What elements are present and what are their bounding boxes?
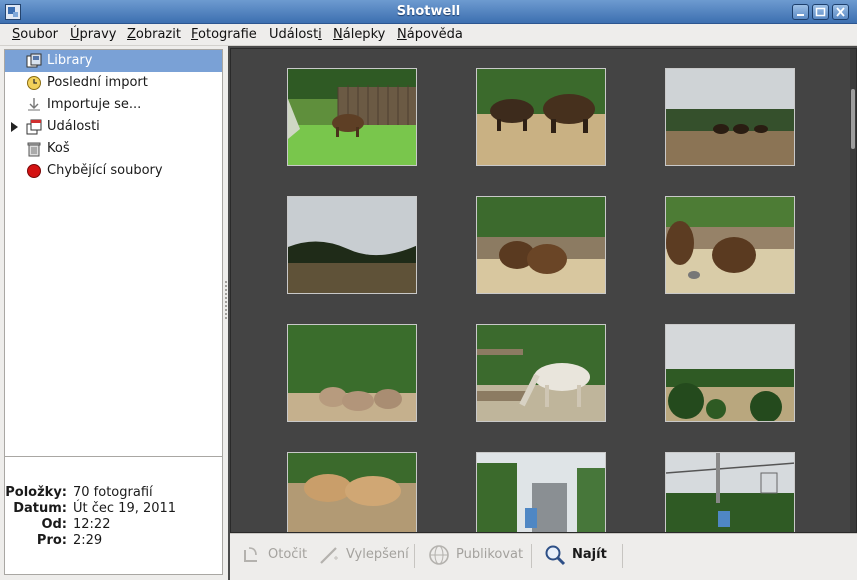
sidebar-item-label: Poslední import [47,75,148,90]
info-row-date: Datum: Út čec 19, 2011 [5,501,222,517]
clock-icon [27,76,41,90]
globe-icon [429,545,449,565]
rotate-label: Otočit [268,547,308,562]
info-key: Pro: [36,533,67,548]
info-value: 12:22 [73,517,111,532]
sidebar-item-events[interactable]: Události [5,116,222,138]
sidebar-resize-handle[interactable] [224,280,228,320]
minimize-icon [797,14,804,16]
menu-nalepky[interactable]: Nálepky [333,27,385,42]
photo-thumbnail[interactable] [476,196,606,294]
close-button[interactable] [832,4,849,20]
photo-thumbnail[interactable] [476,68,606,166]
maximize-button[interactable] [812,4,829,20]
sidebar-item-last-import[interactable]: Poslední import [5,72,222,94]
info-value: 2:29 [73,533,103,548]
sidebar-item-trash[interactable]: Koš [5,138,222,160]
scrollbar-thumb[interactable] [851,89,855,149]
search-icon [545,545,566,566]
window-title: Shotwell [396,4,461,19]
magic-wand-icon [320,547,338,564]
photo-thumbnail[interactable] [287,196,417,294]
menu-soubor[interactable]: Soubor [12,27,58,42]
menu-zobrazit[interactable]: Zobrazit [127,27,181,42]
toolbar-separator [531,544,532,568]
menu-udalosti[interactable]: Události [269,27,322,42]
vertical-scrollbar[interactable] [850,49,856,532]
info-row-items: Položky: 70 fotografií [5,485,222,501]
library-icon [26,53,42,68]
sidebar-item-library[interactable]: Library [5,50,222,72]
trash-icon [27,142,41,157]
missing-files-icon [27,164,41,178]
sidebar-item-label: Library [47,53,93,68]
photo-thumbnail[interactable] [665,452,795,532]
photo-thumbnail[interactable] [287,452,417,532]
photo-thumbnail[interactable] [287,68,417,166]
photo-grid[interactable] [230,48,857,533]
title-bar: Shotwell [0,0,857,24]
photo-thumbnail[interactable] [665,68,795,166]
info-value: Út čec 19, 2011 [73,501,177,516]
find-label: Najít [572,547,607,562]
info-panel: Položky: 70 fotografií Datum: Út čec 19,… [4,456,223,575]
photo-thumbnail[interactable] [476,452,606,532]
menu-napoveda[interactable]: Nápověda [397,27,463,42]
menu-bar: Soubor Úpravy Zobrazit Fotografie Událos… [0,24,857,46]
import-arrow-icon [28,98,40,111]
expand-arrow-icon[interactable] [11,122,18,132]
publish-label: Publikovat [456,547,524,562]
toolbar-separator [622,544,623,568]
bottom-toolbar: Otočit Vylepšení Publikovat Najít [230,533,857,580]
sidebar-tree: Library Poslední import Importuje se... [4,49,223,496]
photo-thumbnail[interactable] [665,196,795,294]
events-icon [26,119,42,135]
close-icon [836,7,845,17]
info-key: Od: [41,517,67,532]
sidebar-item-label: Importuje se... [47,97,142,112]
photo-thumbnail[interactable] [665,324,795,422]
info-key: Položky: [5,485,67,500]
info-value: 70 fotografií [73,485,153,500]
rotate-icon [244,547,257,562]
maximize-icon [815,7,826,17]
minimize-button[interactable] [792,4,809,20]
menu-upravy[interactable]: Úpravy [70,27,116,42]
toolbar-separator [414,544,415,568]
info-key: Datum: [13,501,67,516]
info-row-to: Pro: 2:29 [5,533,222,549]
sidebar-item-label: Koš [47,141,70,156]
sidebar-item-label: Chybějící soubory [47,163,163,178]
sidebar-item-label: Události [47,119,100,134]
sidebar: Library Poslední import Importuje se... [0,46,228,580]
info-row-from: Od: 12:22 [5,517,222,533]
menu-fotografie[interactable]: Fotografie [191,27,257,42]
sidebar-item-importing[interactable]: Importuje se... [5,94,222,116]
photo-thumbnail[interactable] [476,324,606,422]
photo-thumbnail[interactable] [287,324,417,422]
enhance-label: Vylepšení [346,547,409,562]
sidebar-item-missing-files[interactable]: Chybějící soubory [5,160,222,182]
